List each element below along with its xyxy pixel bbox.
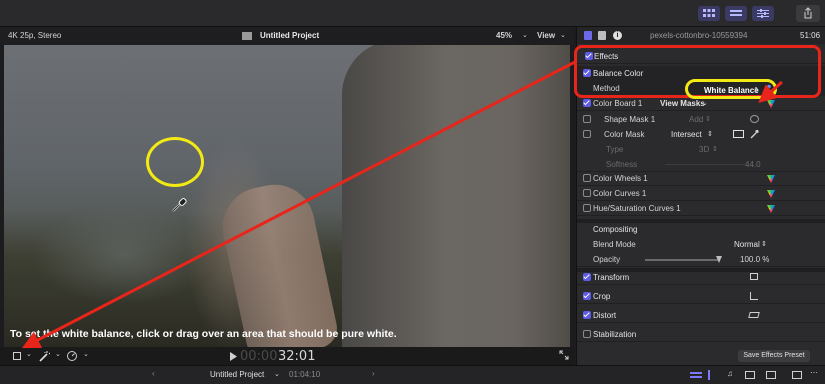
arrow-to-eyedropper bbox=[758, 80, 783, 103]
arrow-to-enhance-tool bbox=[22, 60, 576, 349]
annotation-arrows bbox=[22, 60, 783, 349]
